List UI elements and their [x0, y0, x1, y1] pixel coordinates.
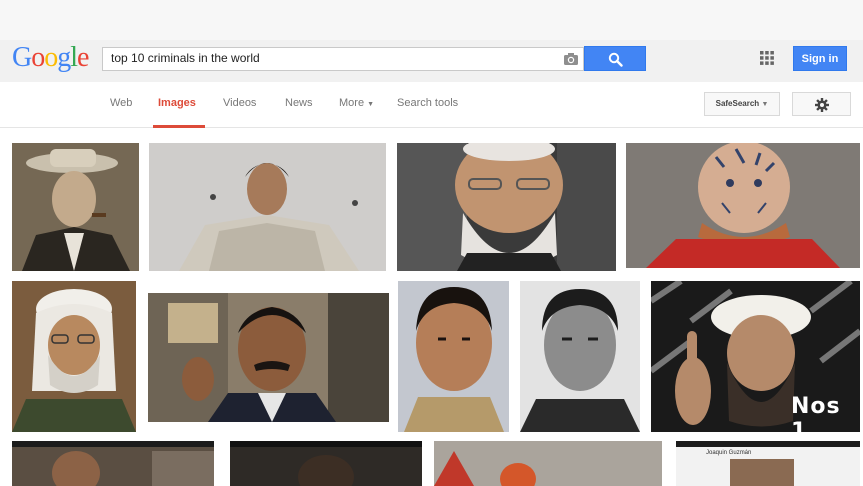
logo-letter: o [31, 42, 45, 73]
chevron-down-icon: ▼ [367, 101, 375, 108]
tab-web[interactable]: Web [110, 97, 132, 109]
logo-letter: G [12, 42, 32, 73]
tab-images[interactable]: Images [158, 97, 196, 109]
image-result[interactable] [12, 143, 139, 271]
search-icon [608, 52, 623, 67]
logo-letter: o [44, 42, 58, 73]
gear-icon [815, 98, 829, 112]
result-caption: Joaquin Guzmán [706, 450, 752, 456]
search-query-text: top 10 criminals in the world [111, 51, 260, 65]
overlay-caption: Nos 1 [791, 394, 841, 432]
tab-search-tools[interactable]: Search tools [397, 97, 458, 109]
chevron-down-icon: ▼ [761, 101, 769, 108]
camera-icon[interactable] [563, 52, 579, 66]
top-fade [0, 0, 863, 40]
apps-grid-icon[interactable] [760, 51, 774, 65]
image-result[interactable] [230, 441, 422, 486]
signin-button[interactable]: Sign in [793, 46, 847, 71]
tab-news[interactable]: News [285, 97, 313, 109]
logo-letter: g [57, 42, 71, 73]
search-input[interactable]: top 10 criminals in the world [102, 47, 584, 71]
image-result[interactable]: Joaquin Guzmán [676, 441, 860, 486]
settings-button[interactable] [792, 92, 851, 116]
image-result[interactable] [434, 441, 662, 486]
tab-more[interactable]: More ▼ [339, 97, 374, 109]
image-result[interactable] [12, 281, 136, 432]
safesearch-label: SafeSearch [715, 99, 760, 108]
image-result[interactable]: Nos 1 [651, 281, 860, 432]
image-result[interactable] [397, 143, 616, 271]
image-result[interactable] [12, 441, 214, 486]
image-result[interactable] [520, 281, 640, 432]
safesearch-button[interactable]: SafeSearch ▼ [704, 92, 780, 116]
tab-more-label: More [339, 97, 365, 109]
image-result[interactable] [149, 143, 386, 271]
search-button[interactable] [584, 46, 646, 71]
logo-letter: l [70, 42, 78, 73]
tab-videos[interactable]: Videos [223, 97, 256, 109]
logo-letter: e [77, 42, 89, 73]
image-result[interactable] [148, 293, 389, 422]
google-logo[interactable]: Google [12, 40, 89, 76]
image-result[interactable] [626, 143, 860, 268]
image-result[interactable] [398, 281, 509, 432]
